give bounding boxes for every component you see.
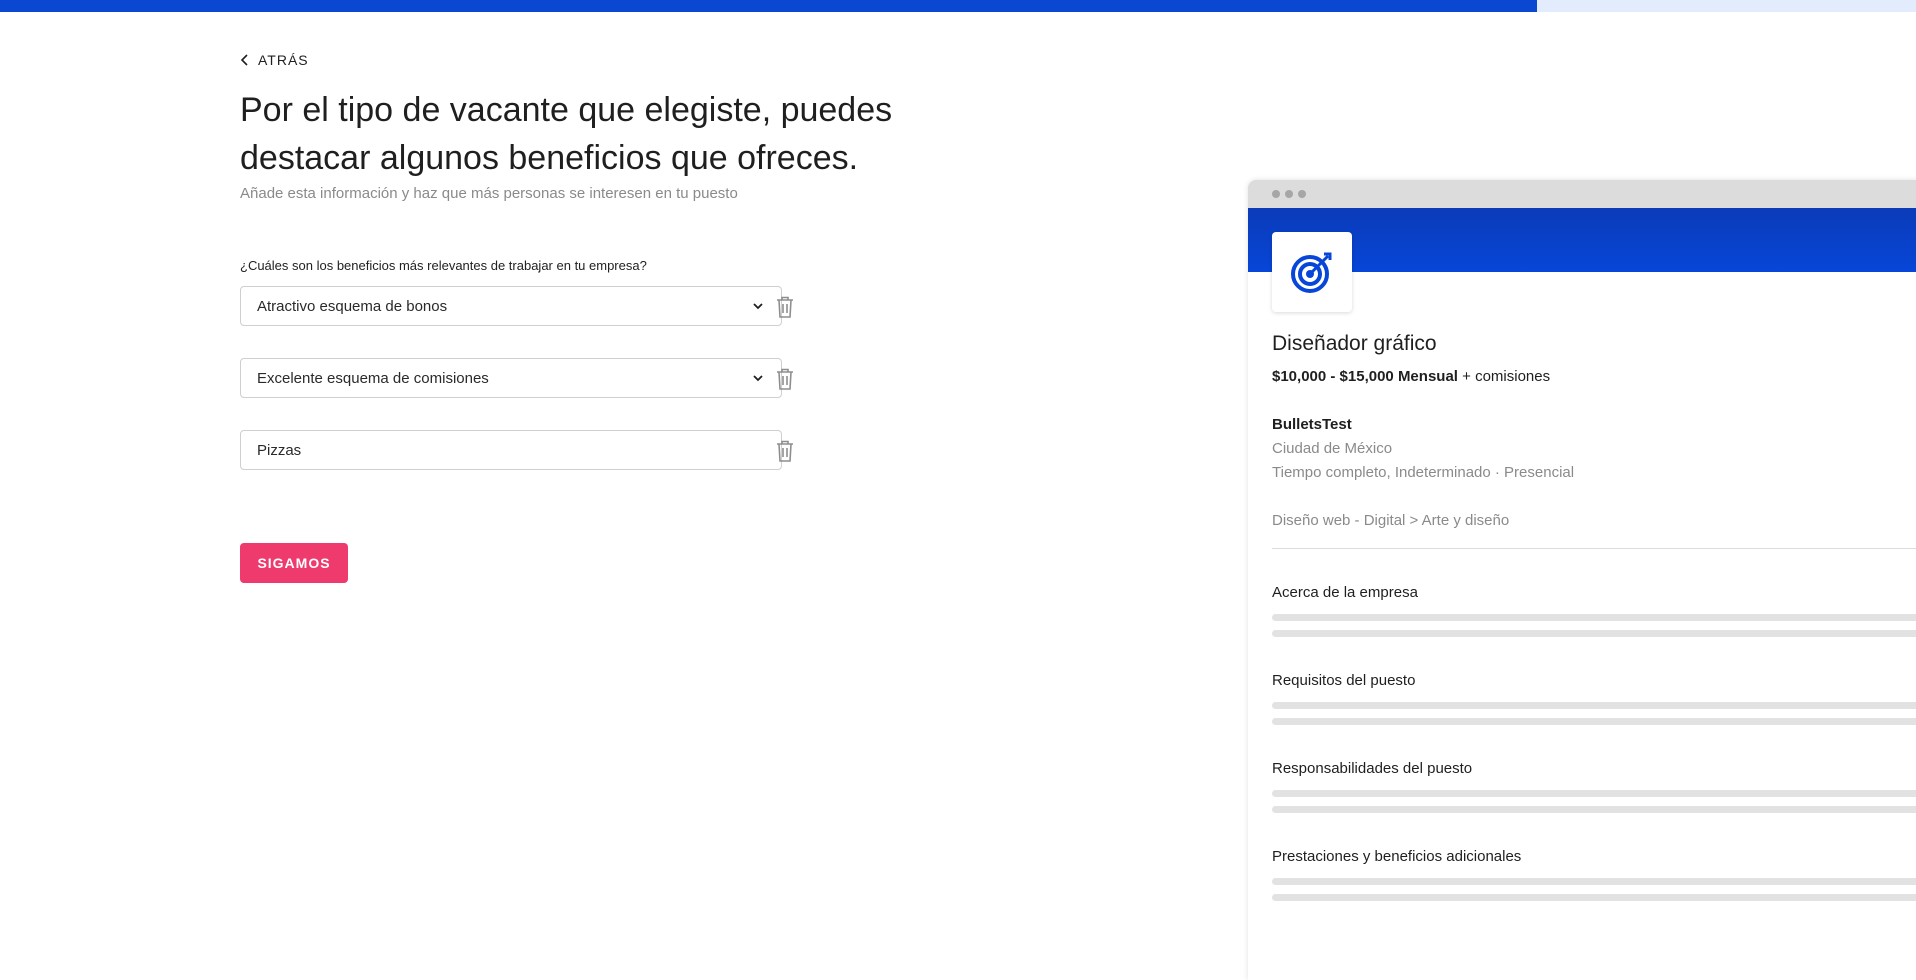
section-title-responsibilities: Responsabilidades del puesto xyxy=(1272,760,1473,777)
benefit-select-1[interactable]: Atractivo esquema de bonos xyxy=(240,286,782,326)
salary-extra: + comisiones xyxy=(1462,368,1551,385)
job-title: Diseñador gráfico xyxy=(1272,332,1437,355)
benefits-question: ¿Cuáles son los beneficios más relevante… xyxy=(240,258,647,273)
skeleton-line xyxy=(1272,806,1916,813)
target-icon xyxy=(1291,252,1332,293)
continue-button[interactable]: SIGAMOS xyxy=(240,543,348,583)
page-title-line2: destacar algunos beneficios que ofreces. xyxy=(240,139,859,177)
skeleton-line xyxy=(1272,790,1916,797)
benefit-select-2[interactable]: Excelente esquema de comisiones xyxy=(240,358,782,398)
trash-icon[interactable] xyxy=(774,295,796,319)
benefit-input-value: Pizzas xyxy=(257,441,302,459)
chevron-left-icon xyxy=(240,54,248,66)
back-link[interactable]: ATRÁS xyxy=(240,52,309,68)
benefit-row: Atractivo esquema de bonos xyxy=(240,286,800,328)
section-title-about: Acerca de la empresa xyxy=(1272,584,1418,601)
page-title-line1: Por el tipo de vacante que elegiste, pue… xyxy=(240,91,893,129)
company-logo xyxy=(1272,232,1352,312)
job-location: Ciudad de México xyxy=(1272,440,1393,457)
skeleton-line xyxy=(1272,878,1916,885)
skeleton-line xyxy=(1272,702,1916,709)
company-name: BulletsTest xyxy=(1272,416,1352,433)
benefit-select-value: Excelente esquema de comisiones xyxy=(257,369,489,387)
chevron-down-icon xyxy=(753,375,763,382)
skeleton-line xyxy=(1272,718,1916,725)
page-title: Por el tipo de vacante que elegiste, pue… xyxy=(240,86,960,182)
progress-fill xyxy=(0,0,1537,12)
job-preview-card: Diseñador gráfico $10,000 - $15,000 Mens… xyxy=(1248,180,1916,980)
skeleton-line xyxy=(1272,894,1916,901)
window-dot xyxy=(1285,190,1293,198)
trash-icon[interactable] xyxy=(774,367,796,391)
section-title-requirements: Requisitos del puesto xyxy=(1272,672,1416,689)
salary-range: $10,000 - $15,000 Mensual xyxy=(1272,368,1458,385)
page-subtitle: Añade esta información y haz que más per… xyxy=(240,185,738,202)
skeleton-line xyxy=(1272,630,1916,637)
divider xyxy=(1272,548,1916,549)
progress-track xyxy=(0,0,1916,12)
trash-icon[interactable] xyxy=(774,439,796,463)
salary: $10,000 - $15,000 Mensual + comisiones xyxy=(1272,368,1550,385)
benefit-row: Excelente esquema de comisiones xyxy=(240,358,800,400)
section-title-benefits: Prestaciones y beneficios adicionales xyxy=(1272,848,1522,865)
benefit-text-input[interactable]: Pizzas xyxy=(240,430,782,470)
benefit-select-value: Atractivo esquema de bonos xyxy=(257,297,448,315)
window-dot xyxy=(1272,190,1280,198)
job-category: Diseño web - Digital > Arte y diseño xyxy=(1272,512,1510,529)
preview-window-bar xyxy=(1248,180,1916,208)
skeleton-line xyxy=(1272,614,1916,621)
window-dot xyxy=(1298,190,1306,198)
job-type: Tiempo completo, Indeterminado · Presenc… xyxy=(1272,464,1575,481)
chevron-down-icon xyxy=(753,303,763,310)
back-label: ATRÁS xyxy=(258,52,309,68)
benefit-row: Pizzas xyxy=(240,430,800,472)
